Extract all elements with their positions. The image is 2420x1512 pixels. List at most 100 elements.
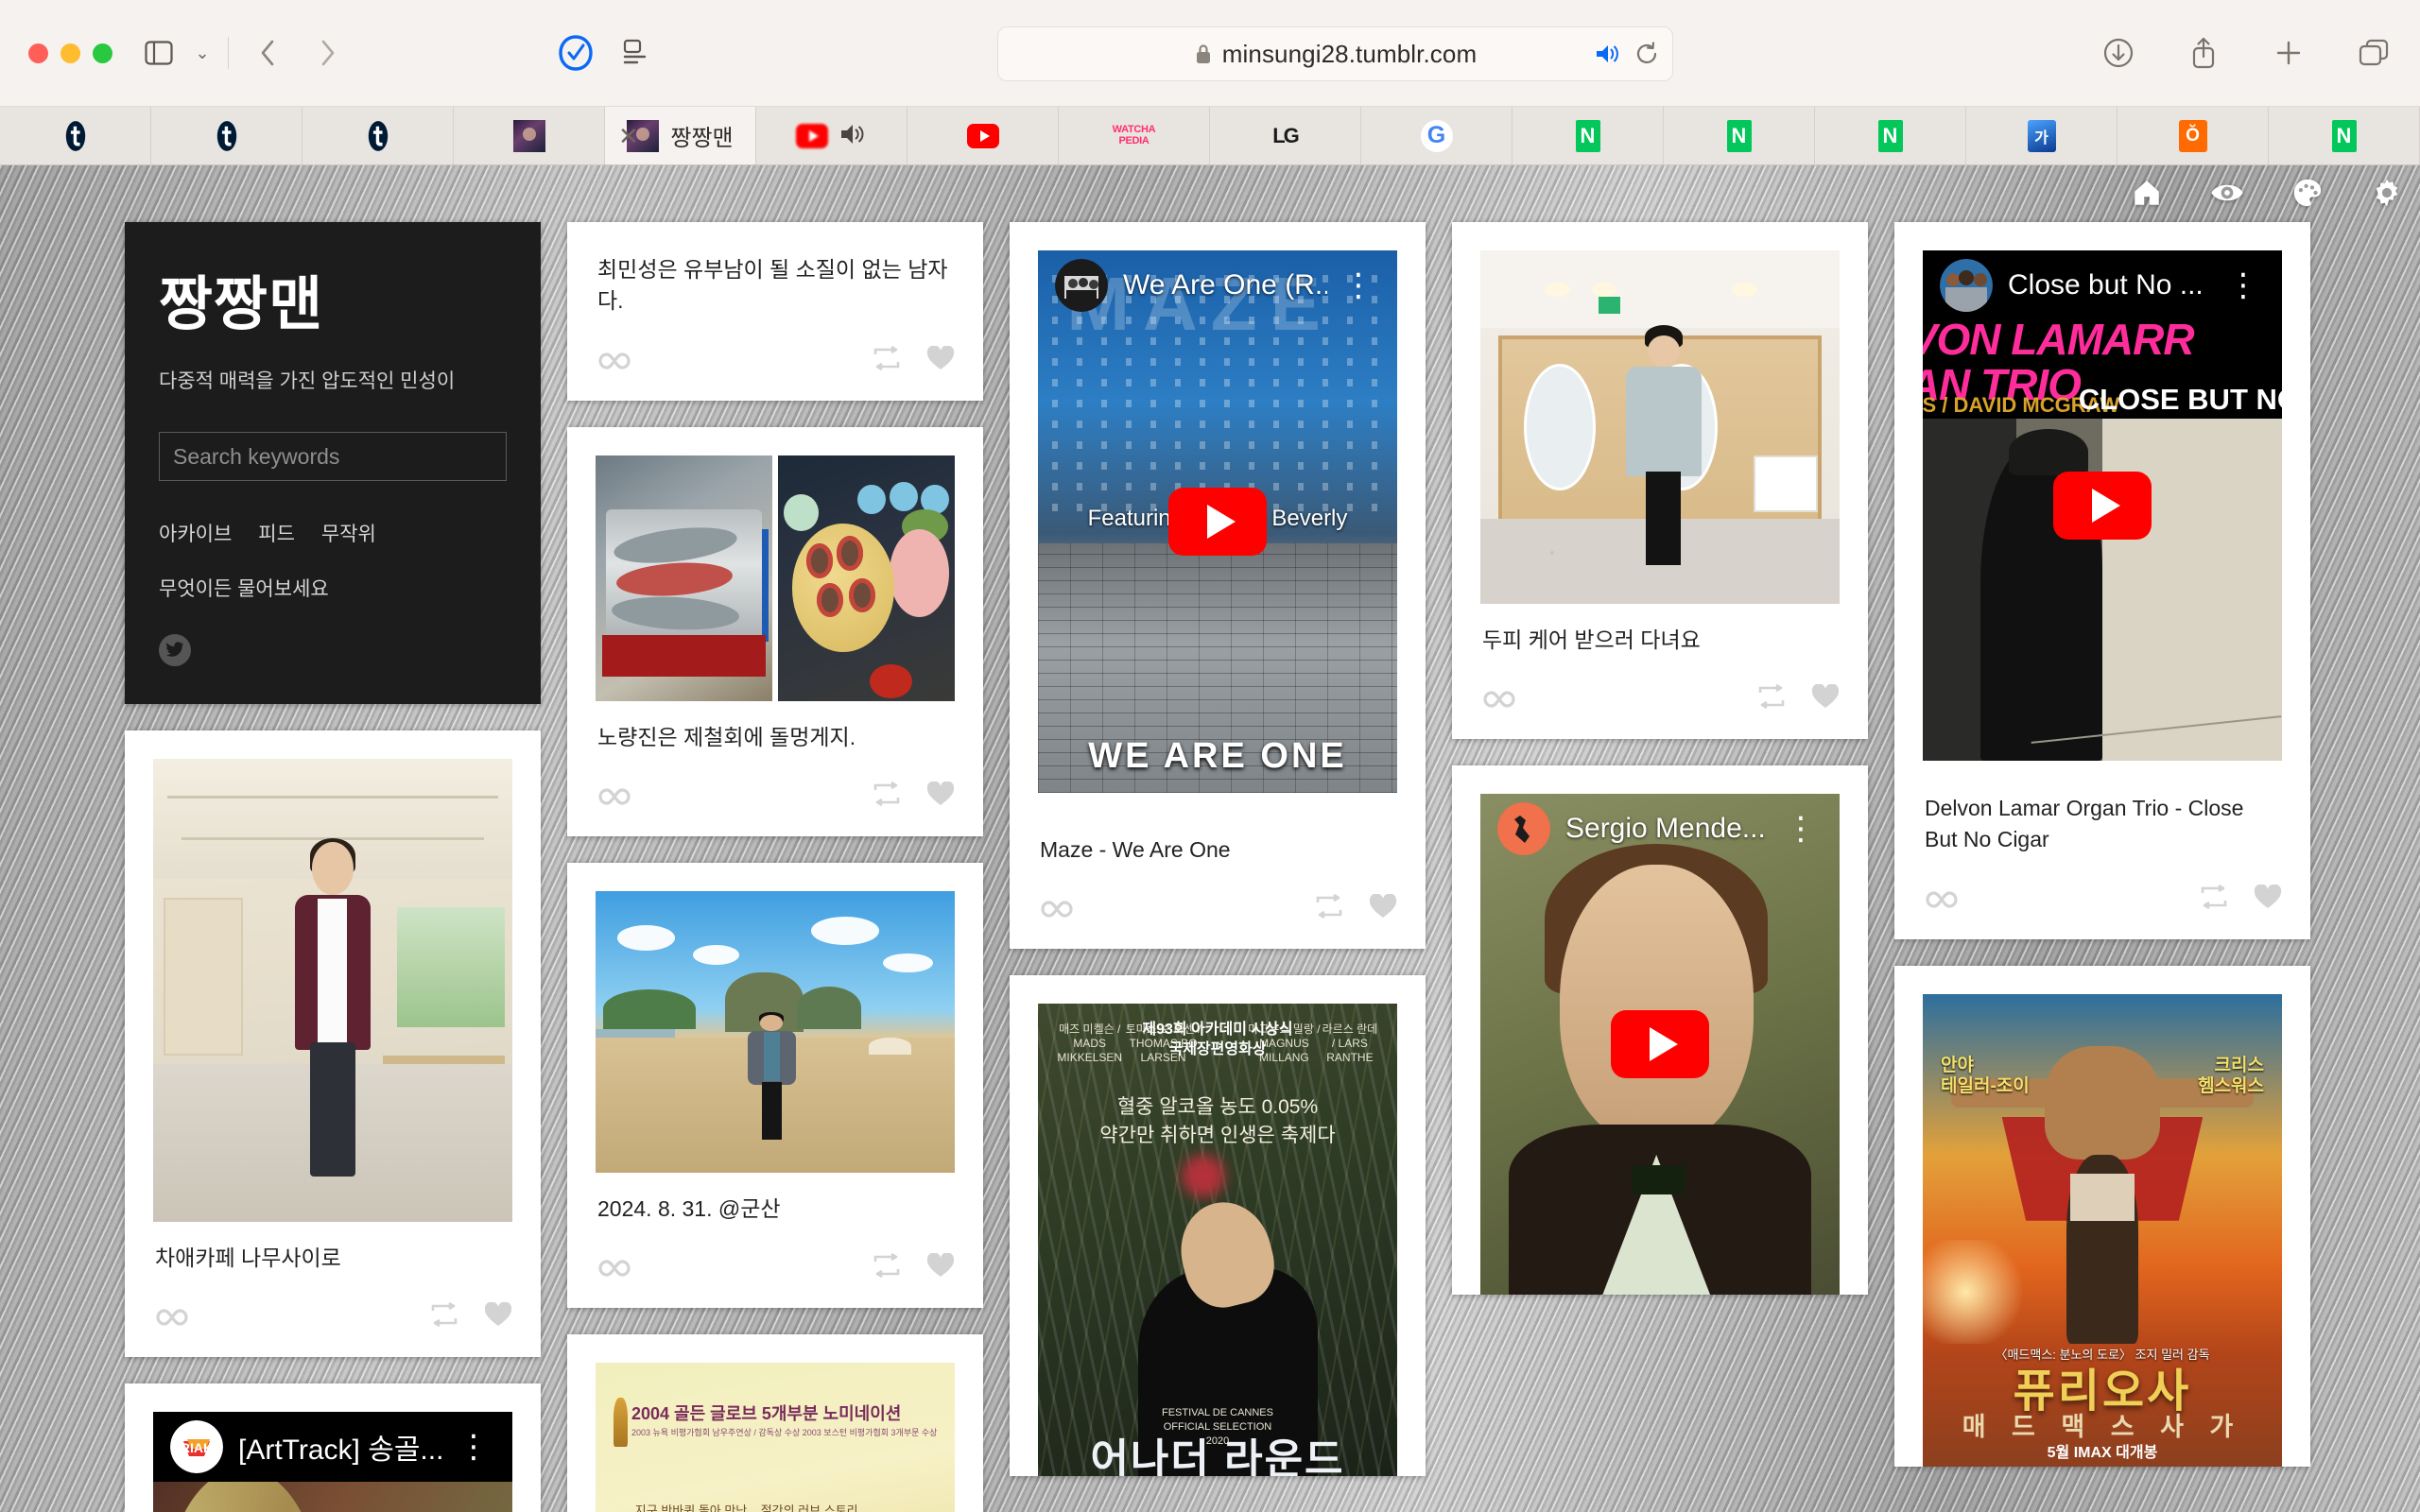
svg-text:RIAK: RIAK <box>181 1440 213 1455</box>
tumblr-icon <box>211 120 243 152</box>
search-input[interactable] <box>159 432 507 481</box>
twitter-icon[interactable] <box>159 634 191 666</box>
heart-icon[interactable] <box>484 1301 512 1332</box>
tab-tumblr-3[interactable] <box>302 107 454 164</box>
post-poster-another-round[interactable]: 매즈 미켈슨 / MADS MIKKELSEN 토마스 보 라센 / THOMA… <box>1010 975 1426 1477</box>
reblog-icon[interactable] <box>1756 684 1787 714</box>
post-photo-clinic[interactable]: 두피 케어 받으러 다녀요 <box>1452 222 1868 740</box>
infinity-icon[interactable] <box>1480 689 1518 710</box>
eye-icon[interactable] <box>2210 177 2244 214</box>
video-embed[interactable]: Gather Around RIAK [ArtTrack] 송골... ⋮ <box>125 1383 541 1512</box>
post-photo-cafe[interactable]: 차애카페 나무사이로 <box>125 730 541 1358</box>
infinity-icon[interactable] <box>1038 899 1076 919</box>
back-button[interactable] <box>246 31 289 75</box>
infinity-icon[interactable] <box>596 351 633 371</box>
gear-icon[interactable] <box>2371 177 2403 214</box>
more-vertical-icon[interactable]: ⋮ <box>2227 269 2265 301</box>
post-poster-furiosa[interactable]: 안야 테일러-조이 크리스 헴스워스 〈매드맥스: 분노의 도로〉 조지 밀러 … <box>1894 965 2310 1467</box>
post-poster-lost-in-translation[interactable]: 2004 골든 글로브 5개부분 노미네이션 2003 뉴욕 비평가협회 남우주… <box>567 1334 983 1512</box>
nav-link-feed[interactable]: 피드 <box>258 519 295 547</box>
heart-icon[interactable] <box>2254 884 2282 915</box>
download-icon[interactable] <box>2097 31 2140 75</box>
tab-youtube-2[interactable] <box>908 107 1059 164</box>
infinity-icon[interactable] <box>153 1307 191 1328</box>
more-vertical-icon[interactable]: ⋮ <box>1785 813 1823 845</box>
forward-button[interactable] <box>306 31 350 75</box>
maximize-window-button[interactable] <box>93 43 112 63</box>
tab-naver-3[interactable]: N <box>1815 107 1966 164</box>
video-embed[interactable]: Sergio Mende... ⋮ <box>1452 765 1868 1296</box>
youtube-play-icon[interactable] <box>1168 488 1267 556</box>
post-column-2: 최민성은 유부남이 될 소질이 없는 남자다. 노량진은 제철회에 돌멍게지. … <box>567 222 983 1512</box>
heart-icon[interactable] <box>926 345 955 376</box>
tab-overview-icon[interactable] <box>2352 31 2395 75</box>
tab-jjangjjangman[interactable]: ✕ 짱짱맨 <box>605 107 756 164</box>
tab-naver-2[interactable]: N <box>1664 107 1815 164</box>
reblog-icon[interactable] <box>872 1253 902 1283</box>
sidebar-dropdown-icon[interactable]: ⌄ <box>181 31 224 75</box>
tab-orange-app[interactable]: Ŏ <box>2118 107 2269 164</box>
tab-tumblr-1[interactable] <box>0 107 151 164</box>
post-video-sergio[interactable]: Sergio Mende... ⋮ <box>1452 765 1868 1296</box>
reblog-icon[interactable] <box>872 345 902 376</box>
reader-view-icon[interactable] <box>622 39 650 67</box>
tab-lg[interactable]: LG <box>1210 107 1361 164</box>
post-text-1[interactable]: 최민성은 유부남이 될 소질이 없는 남자다. <box>567 222 983 401</box>
youtube-play-icon[interactable] <box>2053 472 2152 540</box>
task-check-icon[interactable] <box>558 34 594 72</box>
post-image[interactable] <box>1452 222 1868 604</box>
share-icon[interactable] <box>2182 31 2225 75</box>
address-bar[interactable]: minsungi28.tumblr.com <box>997 26 1673 81</box>
tab-photo-1[interactable] <box>454 107 605 164</box>
heart-icon[interactable] <box>926 1252 955 1283</box>
reblog-icon[interactable] <box>1314 894 1344 924</box>
video-embed[interactable]: VON LAMARR AN TRIO ES / DAVID MCGRAW CLO… <box>1894 222 2310 761</box>
post-video-delvon[interactable]: VON LAMARR AN TRIO ES / DAVID MCGRAW CLO… <box>1894 222 2310 939</box>
sidebar-toggle-icon[interactable] <box>137 31 181 75</box>
papago-icon: 가 <box>2026 119 2058 152</box>
more-vertical-icon[interactable]: ⋮ <box>458 1431 495 1463</box>
tab-naver-1[interactable]: N <box>1512 107 1664 164</box>
heart-icon[interactable] <box>926 781 955 812</box>
tab-tumblr-2[interactable] <box>151 107 302 164</box>
speaker-playing-icon[interactable] <box>1595 43 1621 65</box>
post-photo-gunsan[interactable]: 2024. 8. 31. @군산 <box>567 863 983 1309</box>
more-vertical-icon[interactable]: ⋮ <box>1342 269 1380 301</box>
post-video-maze[interactable]: MAZE Featuring Frankie Beverly WE ARE ON… <box>1010 222 1426 950</box>
post-photo-noryangjin[interactable]: 노량진은 제철회에 돌멍게지. <box>567 426 983 837</box>
video-embed[interactable]: MAZE Featuring Frankie Beverly WE ARE ON… <box>1010 222 1426 793</box>
tab-watcha-pedia[interactable]: WATCHA PEDIA <box>1059 107 1210 164</box>
post-image[interactable] <box>125 730 541 1222</box>
minimize-window-button[interactable] <box>60 43 80 63</box>
post-actions <box>1452 656 1868 739</box>
nav-link-ask[interactable]: 무엇이든 물어보세요 <box>159 574 329 602</box>
tab-youtube-muted[interactable] <box>756 107 908 164</box>
heart-icon[interactable] <box>1369 893 1397 924</box>
tab-google[interactable]: G <box>1361 107 1512 164</box>
tab-papago[interactable]: 가 <box>1966 107 2118 164</box>
infinity-icon[interactable] <box>596 786 633 807</box>
plus-icon[interactable] <box>2267 31 2310 75</box>
youtube-play-icon[interactable] <box>1611 1010 1709 1079</box>
heart-icon[interactable] <box>1811 683 1840 714</box>
post-image[interactable]: 안야 테일러-조이 크리스 헴스워스 〈매드맥스: 분노의 도로〉 조지 밀러 … <box>1894 966 2310 1467</box>
nav-link-archive[interactable]: 아카이브 <box>159 519 232 547</box>
reblog-icon[interactable] <box>2199 884 2229 915</box>
post-image-set[interactable] <box>567 427 983 701</box>
post-image[interactable]: 매즈 미켈슨 / MADS MIKKELSEN 토마스 보 라센 / THOMA… <box>1010 975 1426 1477</box>
close-window-button[interactable] <box>28 43 48 63</box>
speaker-muted-icon[interactable] <box>839 122 868 150</box>
infinity-icon[interactable] <box>1923 889 1961 910</box>
tab-naver-4[interactable]: N <box>2269 107 2420 164</box>
nav-link-random[interactable]: 무작위 <box>321 519 376 547</box>
post-image[interactable] <box>567 863 983 1174</box>
reblog-icon[interactable] <box>872 781 902 812</box>
post-image[interactable]: 2004 골든 글로브 5개부분 노미네이션 2003 뉴욕 비평가협회 남우주… <box>567 1334 983 1512</box>
reload-icon[interactable] <box>1634 42 1659 66</box>
infinity-icon[interactable] <box>596 1258 633 1279</box>
palette-icon[interactable] <box>2291 177 2324 214</box>
reblog-icon[interactable] <box>429 1302 459 1332</box>
post-column-1: 짱짱맨 다중적 매력을 가진 압도적인 민성이 아카이브 피드 무작위 무엇이든… <box>125 222 541 1512</box>
home-icon[interactable] <box>2131 177 2163 214</box>
post-video-arttrack[interactable]: Gather Around RIAK [ArtTrack] 송골... ⋮ <box>125 1383 541 1512</box>
